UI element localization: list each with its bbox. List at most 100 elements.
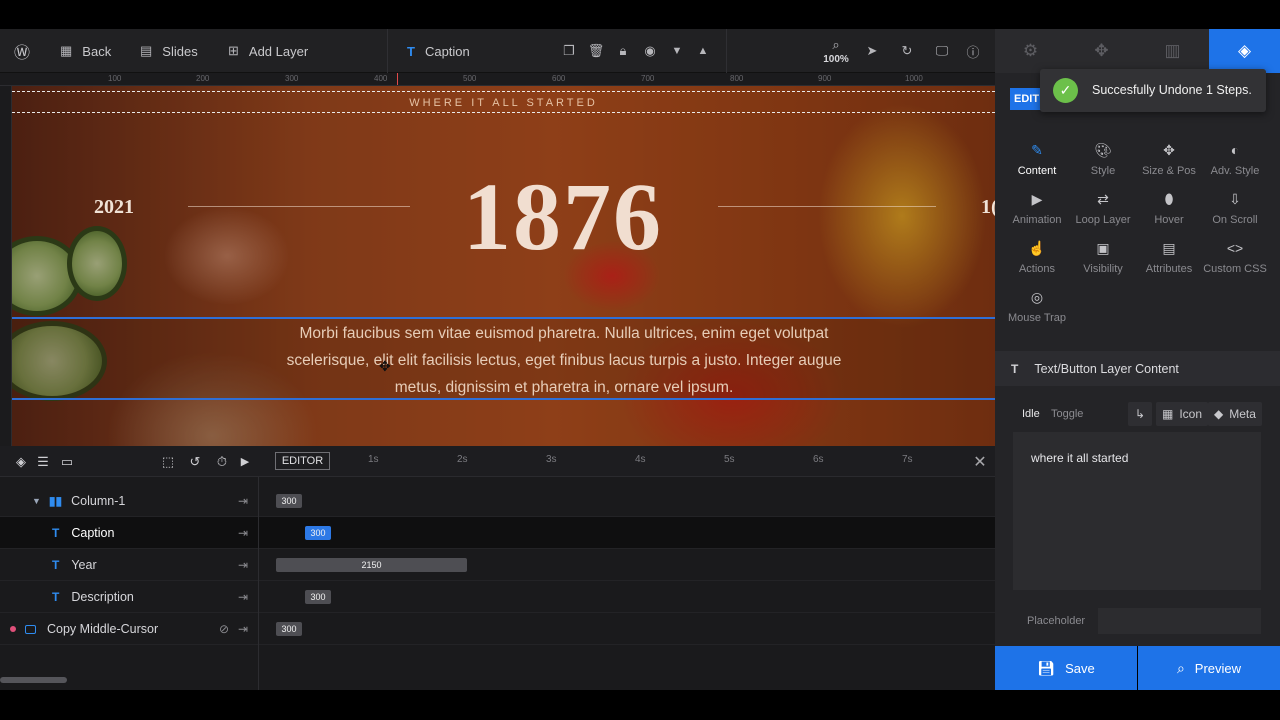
close-icon[interactable]: ✕ <box>970 446 990 477</box>
slides-button[interactable]: ▤ Slides <box>140 29 198 73</box>
edit-badge[interactable]: EDIT <box>1010 88 1043 110</box>
option-animation[interactable]: ▶ Animation <box>1004 191 1070 226</box>
arrow-down-icon[interactable]: ▼ <box>666 29 688 73</box>
select-icon[interactable]: ⬚ <box>158 446 178 477</box>
option-adv-style[interactable]: ◐ Adv. Style <box>1202 142 1268 177</box>
layer-label: T Caption <box>52 517 114 549</box>
magnet-icon[interactable]: ↺ <box>185 446 205 477</box>
option-attributes[interactable]: ▤ Attributes <box>1136 240 1202 275</box>
layers-icon[interactable]: ◈ <box>11 446 31 477</box>
save-button[interactable]: 💾︎ Save <box>995 646 1137 690</box>
year-next[interactable]: 1( <box>981 196 995 219</box>
add-layer-icon: ⊞ <box>228 43 239 58</box>
hidden-eye-icon[interactable]: ⊘ <box>219 613 229 645</box>
timeline-bar[interactable]: 300 <box>276 622 302 636</box>
text-layer-icon: T <box>52 526 60 540</box>
eye-icon[interactable]: ◉ <box>639 29 661 73</box>
pin-icon[interactable]: ⇥ <box>238 485 248 517</box>
ruler-label: 500 <box>463 74 477 83</box>
option-mouse-trap[interactable]: ◎ Mouse Trap <box>1004 289 1070 324</box>
collapse-icon[interactable]: ▼ <box>32 496 41 506</box>
undo-icon[interactable]: ↻ <box>896 29 918 73</box>
option-size-pos[interactable]: ✥ Size & Pos <box>1136 142 1202 177</box>
timer-icon[interactable]: ⏱︎ <box>212 446 232 477</box>
editor-button[interactable]: EDITOR <box>275 452 330 470</box>
horizontal-scrollbar[interactable] <box>0 677 67 683</box>
description-layer[interactable]: Morbi faucibus sem vitae euismod pharetr… <box>274 320 854 401</box>
content-textarea[interactable]: where it all started <box>1013 432 1261 590</box>
option-visibility[interactable]: ▣ Visibility <box>1070 240 1136 275</box>
timeline-bar[interactable]: 2150 <box>276 558 467 572</box>
timeline-bar[interactable]: 300 <box>276 494 302 508</box>
timeline-row-description[interactable]: T Description ⇥ 300 <box>0 581 995 613</box>
success-toast[interactable]: ✓ Succesfully Undone 1 Steps. <box>1040 69 1266 112</box>
gear-icon: ⚙ <box>1022 41 1039 60</box>
add-layer-button[interactable]: ⊞ Add Layer <box>228 29 308 73</box>
option-style[interactable]: 🎨︎ Style <box>1070 142 1136 177</box>
placeholder-input[interactable] <box>1098 608 1261 634</box>
current-layer-name[interactable]: T Caption <box>407 29 470 73</box>
year-previous[interactable]: 2021 <box>94 196 134 219</box>
settings-tab[interactable]: ⚙ <box>995 29 1066 73</box>
option-actions[interactable]: ☝ Actions <box>1004 240 1070 275</box>
option-hover[interactable]: ⬮ Hover <box>1136 191 1202 226</box>
text-layer-icon: T <box>407 43 415 59</box>
slides-icon: ▤ <box>140 43 153 58</box>
section-header[interactable]: T Text/Button Layer Content <box>995 351 1280 386</box>
list-icon[interactable]: ☰ <box>33 446 53 477</box>
option-content[interactable]: ✎ Content <box>1004 142 1070 177</box>
play-icon[interactable]: ▶ <box>235 446 255 477</box>
wordpress-icon[interactable]: Ⓦ <box>11 29 33 73</box>
preview-label: Preview <box>1194 660 1242 676</box>
cursor-icon[interactable]: ➤ <box>861 29 883 73</box>
right-panel-tabs: ⚙ ✥ ▥ ◈ <box>995 29 1280 73</box>
ruler-label: 100 <box>108 74 122 83</box>
section-title: Text/Button Layer Content <box>1034 361 1179 376</box>
option-custom-css[interactable]: <> Custom CSS <box>1202 240 1268 275</box>
pin-icon[interactable]: ⇥ <box>238 549 248 581</box>
second-marker: 7s <box>902 454 913 465</box>
caption-layer[interactable]: WHERE IT ALL STARTED <box>12 97 995 109</box>
trash-icon[interactable]: 🗑︎ <box>585 29 607 73</box>
toolbar-divider <box>726 29 727 73</box>
desktop-icon[interactable]: 🖵︎ <box>931 29 953 73</box>
option-loop-layer[interactable]: ⇄ Loop Layer <box>1070 191 1136 226</box>
timeline-row-caption[interactable]: T Caption ⇥ 300 <box>0 517 995 549</box>
pin-icon[interactable]: ⇥ <box>238 517 248 549</box>
move-cursor-icon: ✥ <box>379 358 391 374</box>
second-marker: 6s <box>813 454 824 465</box>
folder-icon[interactable]: ▭ <box>57 446 77 477</box>
timeline-row-year[interactable]: T Year ⇥ 2150 <box>0 549 995 581</box>
timeline-row-copy-middle-cursor[interactable]: Copy Middle-Cursor ⊘ ⇥ 300 <box>0 613 995 645</box>
option-label: Visibility <box>1083 263 1123 275</box>
pin-icon[interactable]: ⇥ <box>238 581 248 613</box>
tab-toggle[interactable]: Toggle <box>1051 402 1083 426</box>
meta-button[interactable]: ◆ Meta <box>1208 402 1262 426</box>
timeline-row-column[interactable]: ▼ ▮▮ Column-1 ⇥ 300 <box>0 485 995 517</box>
ruler-label: 300 <box>285 74 299 83</box>
slides-tab[interactable]: ▥ <box>1137 29 1208 73</box>
duplicate-icon[interactable]: ❐ <box>558 29 580 73</box>
second-marker: 5s <box>724 454 735 465</box>
layers-tab[interactable]: ◈ <box>1209 29 1280 73</box>
scroll-icon: ⇩ <box>1229 191 1241 207</box>
arrow-up-icon[interactable]: ▲ <box>692 29 714 73</box>
help-icon[interactable]: ⓘ <box>962 29 984 73</box>
year-layer[interactable]: 1876 <box>432 161 694 272</box>
navigation-tab[interactable]: ✥ <box>1066 29 1137 73</box>
preview-button[interactable]: ⌕ Preview <box>1138 646 1280 690</box>
zoom-level[interactable]: 100% <box>818 54 854 65</box>
timeline-bar[interactable]: 300 <box>305 590 331 604</box>
timeline-bar[interactable]: 300 <box>305 526 331 540</box>
option-label: Content <box>1017 165 1057 177</box>
pin-icon[interactable]: ⇥ <box>238 613 248 645</box>
tab-idle[interactable]: Idle <box>1022 402 1040 426</box>
year-divider-line <box>188 206 410 207</box>
slide-canvas[interactable]: WHERE IT ALL STARTED 2021 1876 1( Morbi … <box>12 86 995 446</box>
option-on-scroll[interactable]: ⇩ On Scroll <box>1202 191 1268 226</box>
icon-button[interactable]: ▦ Icon <box>1156 402 1209 426</box>
lock-icon[interactable]: 🔒︎ <box>612 29 634 73</box>
back-button[interactable]: ▦ Back <box>60 29 111 73</box>
column-icon: ▮▮ <box>48 494 63 508</box>
link-icon[interactable]: ↳ <box>1128 402 1152 426</box>
